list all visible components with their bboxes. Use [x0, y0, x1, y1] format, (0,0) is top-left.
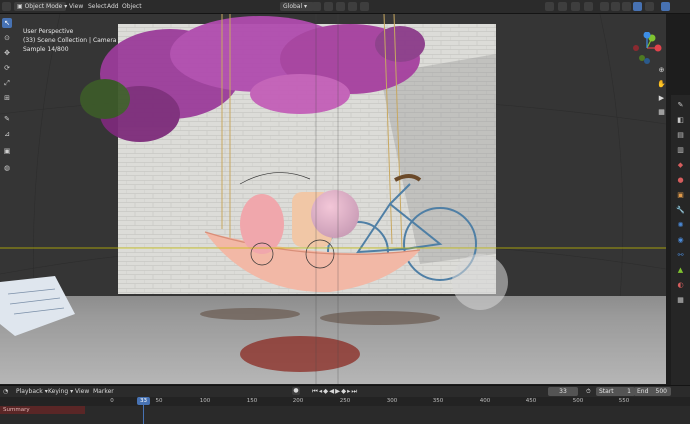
viewport-info-view: User Perspective — [23, 28, 74, 35]
timeline-editor-icon[interactable]: ◔ — [3, 387, 8, 396]
ruler-tick: 250 — [339, 398, 351, 404]
modifier-icon[interactable]: 🔧 — [675, 204, 686, 215]
editor-type-icon[interactable] — [2, 2, 11, 11]
pause-render-icon[interactable] — [661, 2, 670, 11]
pan-hand-icon[interactable]: ✋ — [657, 80, 666, 89]
rotate-icon[interactable]: ⟳ — [2, 63, 12, 73]
texture-icon[interactable]: ▦ — [675, 294, 686, 305]
visibility-icon[interactable] — [545, 2, 554, 11]
timeline-header: ◔ Playback ▾ Keying ▾ View Marker ● ⏮◂◆◀… — [0, 385, 690, 397]
annotate-icon[interactable]: ✎ — [2, 114, 12, 124]
rendered-scene — [0, 14, 666, 384]
viewport-header: ▣ Object Mode ▾ View Select Add Object G… — [0, 0, 690, 14]
tool-shelf: ↖ ⊙ ✥ ⟳ ⤢ ⊞ ✎ ⊿ ▣ ◍ — [0, 18, 13, 198]
start-label: Start — [599, 388, 614, 395]
summary-channel[interactable]: Summary — [0, 406, 85, 414]
ruler-tick: 400 — [479, 398, 491, 404]
menu-marker[interactable]: Marker — [93, 387, 114, 396]
move-icon[interactable]: ✥ — [2, 48, 12, 58]
start-value: 1 — [627, 388, 631, 395]
menu-object[interactable]: Object — [119, 2, 145, 11]
gizmo-toggle-icon[interactable] — [558, 2, 567, 11]
mode-dropdown[interactable]: ▣ Object Mode ▾ — [14, 2, 67, 11]
scale-icon[interactable]: ⤢ — [2, 78, 12, 88]
snap-target-icon[interactable] — [336, 2, 345, 11]
scene-icon[interactable]: ◆ — [675, 159, 686, 170]
playhead-frame-label[interactable]: 33 — [137, 397, 150, 405]
object-icon[interactable]: ▣ — [675, 189, 686, 200]
view-layer-icon[interactable]: ▥ — [675, 144, 686, 155]
camera-view-icon[interactable]: ▶ — [657, 94, 666, 103]
snap-icon[interactable] — [324, 2, 333, 11]
render-icon[interactable]: ◧ — [675, 114, 686, 125]
ruler-tick: 150 — [246, 398, 258, 404]
jump-end-icon[interactable]: ⏭ — [351, 387, 358, 395]
orientation-label: Global — [283, 3, 303, 10]
shading-options-icon[interactable] — [645, 2, 654, 11]
object-mode-icon: ▣ — [17, 3, 25, 10]
measure-icon[interactable]: ⊿ — [2, 129, 12, 139]
output-icon[interactable]: ▤ — [675, 129, 686, 140]
ruler-tick: 450 — [525, 398, 537, 404]
overlay-toggle-icon[interactable] — [571, 2, 580, 11]
xray-icon[interactable] — [584, 2, 593, 11]
pivot-icon[interactable] — [312, 2, 321, 11]
next-key-icon[interactable]: ◆▸ — [341, 387, 351, 395]
menu-view[interactable]: View — [66, 2, 86, 11]
proportional-falloff-icon[interactable] — [360, 2, 369, 11]
zoom-icon[interactable]: ⊕ — [657, 66, 666, 75]
menu-keying[interactable]: Keying ▾ — [48, 387, 73, 396]
properties-tab-strip: ✎ ◧ ▤ ▥ ◆ ● ▣ 🔧 ✺ ◉ ⚯ ▲ ◐ ▦ — [671, 95, 690, 385]
ruler-tick: 350 — [432, 398, 444, 404]
viewport-info-collection: (33) Scene Collection | Camera — [23, 37, 117, 44]
menu-playback[interactable]: Playback ▾ — [16, 387, 48, 396]
end-value: 500 — [655, 388, 667, 395]
select-box-icon[interactable]: ↖ — [2, 18, 12, 28]
particles-icon[interactable]: ✺ — [675, 219, 686, 230]
ruler-tick: 50 — [155, 398, 163, 404]
current-frame-field[interactable]: 33 — [548, 387, 578, 396]
menu-view[interactable]: View — [75, 387, 89, 396]
start-frame-field[interactable]: Start 1 — [596, 387, 635, 396]
proportional-edit-icon[interactable] — [348, 2, 357, 11]
ruler-tick: 300 — [386, 398, 398, 404]
constraints-icon[interactable]: ⚯ — [675, 249, 686, 260]
add-cube-icon[interactable]: ▣ — [2, 146, 12, 156]
ortho-grid-icon[interactable]: ▦ — [657, 108, 666, 117]
shading-solid-icon[interactable] — [611, 2, 620, 11]
tool-settings-icon[interactable]: ✎ — [675, 99, 686, 110]
cursor-icon[interactable]: ⊙ — [2, 33, 12, 43]
timeline-ruler[interactable]: 0 50 100 150 200 250 300 350 400 450 500… — [0, 397, 690, 406]
navigation-gizmo[interactable] — [630, 32, 664, 64]
3d-viewport[interactable]: User Perspective (33) Scene Collection |… — [0, 14, 666, 384]
axis-x-icon[interactable] — [654, 44, 662, 52]
jump-start-icon[interactable]: ⏮ — [312, 387, 319, 395]
preview-range-icon[interactable]: ⏱ — [586, 387, 591, 396]
ruler-tick: 100 — [199, 398, 211, 404]
shading-rendered-icon[interactable] — [633, 2, 642, 11]
shading-material-icon[interactable] — [622, 2, 631, 11]
end-frame-field[interactable]: End 500 — [634, 387, 671, 396]
timeline-body[interactable] — [0, 406, 690, 424]
sphere-icon[interactable]: ◍ — [2, 163, 12, 173]
ruler-tick: 200 — [292, 398, 304, 404]
transform-orientation-dropdown[interactable]: Global ▾ — [280, 2, 314, 11]
material-icon[interactable]: ◐ — [675, 279, 686, 290]
transform-icon[interactable]: ⊞ — [2, 93, 12, 103]
end-label: End — [637, 388, 649, 395]
playback-controls[interactable]: ⏮◂◆◀▶◆▸⏭ — [312, 387, 358, 396]
shading-wireframe-icon[interactable] — [600, 2, 609, 11]
prev-key-icon[interactable]: ◂◆ — [319, 387, 329, 395]
world-icon[interactable]: ● — [675, 174, 686, 185]
record-icon[interactable]: ● — [292, 387, 300, 395]
physics-icon[interactable]: ◉ — [675, 234, 686, 245]
ruler-tick: 0 — [110, 398, 114, 404]
ruler-tick: 550 — [618, 398, 630, 404]
mode-label: Object Mode — [24, 3, 63, 10]
ruler-tick: 500 — [572, 398, 584, 404]
viewport-info-sample: Sample 14/800 — [23, 46, 69, 53]
data-icon[interactable]: ▲ — [675, 264, 686, 275]
